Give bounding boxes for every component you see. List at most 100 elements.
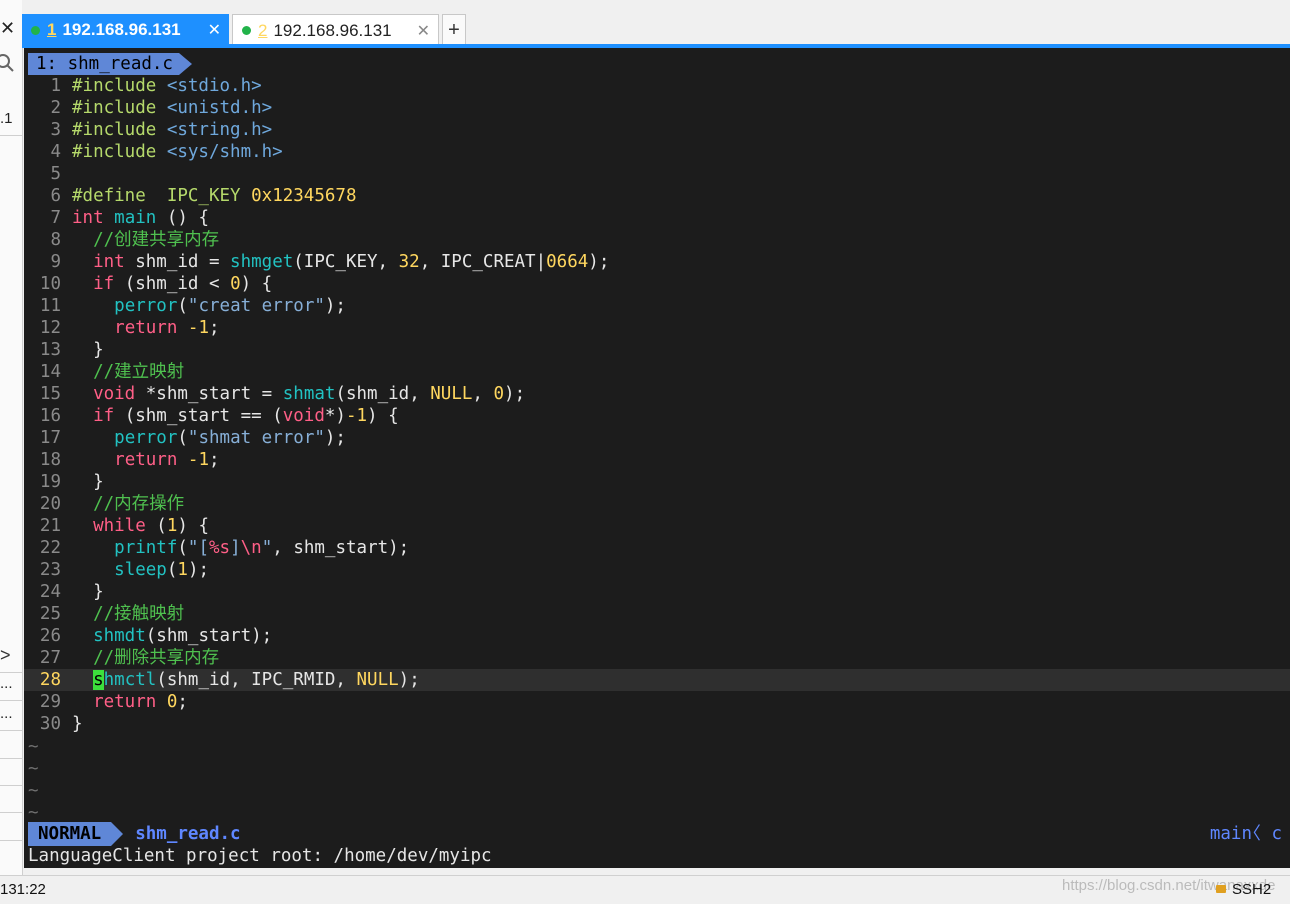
code-token: "creat error"	[187, 296, 325, 316]
code-token: int	[72, 208, 104, 228]
code-line[interactable]: 18 return -1;	[24, 449, 220, 471]
terminal-editor[interactable]: 1: shm_read.c 1 #include <stdio.h> 2 #inclu…	[24, 48, 1290, 868]
code-line[interactable]: 9 int shm_id = shmget(IPC_KEY, 32, IPC_C…	[24, 251, 609, 273]
code-token: #define IPC_KEY	[72, 186, 252, 206]
vim-statusline: NORMAL shm_read.c main 〈 c	[28, 822, 1286, 846]
code-token: ) {	[177, 516, 209, 536]
line-number: 6	[50, 186, 61, 206]
code-line[interactable]: 21 while (1) {	[24, 515, 209, 537]
code-token: , shm_start);	[272, 538, 410, 558]
empty-line-marker: ~	[28, 781, 39, 801]
add-tab-button[interactable]: +	[442, 14, 466, 46]
close-tab-icon[interactable]: ✕	[417, 21, 430, 41]
code-token: 1	[177, 560, 188, 580]
code-token: NULL	[430, 384, 473, 404]
code-token: (	[177, 538, 188, 558]
line-number: 15	[39, 384, 61, 404]
empty-line-marker: ~	[28, 759, 39, 779]
close-tab-icon[interactable]: ✕	[208, 20, 221, 40]
line-number: 16	[39, 406, 61, 426]
code-token: );	[398, 670, 420, 690]
code-token: *shm_start =	[135, 384, 283, 404]
code-token: );	[324, 428, 346, 448]
line-code: #define IPC_KEY 0x12345678	[72, 186, 356, 206]
code-token: hmctl	[103, 670, 157, 690]
code-line[interactable]: 27 //删除共享内存	[24, 647, 219, 669]
code-token: , IPC_CREAT|	[419, 252, 547, 272]
code-line[interactable]: 23 sleep(1);	[24, 559, 209, 581]
code-line[interactable]: 17 perror("shmat error");	[24, 427, 346, 449]
code-token: \n	[240, 538, 262, 558]
code-token: 1	[166, 516, 178, 536]
code-line[interactable]: 10 if (shm_id < 0) {	[24, 273, 272, 295]
code-line[interactable]: 2 #include <unistd.h>	[24, 97, 272, 119]
code-line[interactable]: 4 #include <sys/shm.h>	[24, 141, 282, 163]
code-token: "[	[187, 538, 209, 558]
code-token: -1	[187, 318, 209, 338]
code-line[interactable]: 6 #define IPC_KEY 0x12345678	[24, 185, 356, 207]
code-token: #include	[72, 76, 167, 96]
code-line[interactable]: 11 perror("creat error");	[24, 295, 346, 317]
chevron-right-icon[interactable]: >	[0, 645, 11, 666]
code-line[interactable]: 24 }	[24, 581, 104, 603]
code-token: (shm_id, IPC_RMID,	[156, 670, 357, 690]
code-line[interactable]: 30}	[24, 713, 83, 735]
session-tab-1[interactable]: 1 192.168.96.131 ✕	[22, 14, 229, 46]
left-panel-fragment: ...	[0, 675, 13, 692]
line-number: 23	[39, 560, 61, 580]
code-token: "shmat error"	[187, 428, 325, 448]
line-code: #include <unistd.h>	[72, 98, 272, 118]
code-line[interactable]: 13 }	[24, 339, 104, 361]
line-number: 21	[39, 516, 61, 536]
code-line[interactable]: 5	[24, 163, 72, 185]
code-token: shmdt	[93, 626, 146, 646]
code-line[interactable]: 26 shmdt(shm_start);	[24, 625, 272, 647]
code-line[interactable]: 28 shmctl(shm_id, IPC_RMID, NULL);	[24, 669, 1290, 691]
line-code: if (shm_start == (void*)-1) {	[72, 406, 399, 426]
line-number: 29	[39, 692, 61, 712]
code-token: -1	[187, 450, 209, 470]
line-code: }	[72, 340, 104, 360]
code-line[interactable]: 22 printf("[%s]\n", shm_start);	[24, 537, 409, 559]
code-token: main	[114, 208, 157, 228]
line-code: //接触映射	[72, 604, 184, 624]
code-line[interactable]: 19 }	[24, 471, 104, 493]
code-token: //内存操作	[72, 494, 185, 514]
protocol-label: SSH2	[1232, 881, 1272, 898]
code-token: (shm_start);	[145, 626, 273, 646]
line-code: void *shm_start = shmat(shm_id, NULL, 0)…	[72, 384, 525, 404]
line-number: 22	[39, 538, 61, 558]
code-line[interactable]: 29 return 0;	[24, 691, 188, 713]
code-token: (	[166, 560, 178, 580]
close-icon[interactable]: ✕	[0, 18, 15, 39]
code-line[interactable]: 8 //创建共享内存	[24, 229, 219, 251]
code-line[interactable]: 3 #include <string.h>	[24, 119, 272, 141]
code-line[interactable]: 14 //建立映射	[24, 361, 184, 383]
session-tab-2[interactable]: 2 192.168.96.131 ✕	[232, 14, 439, 46]
code-line[interactable]: 20 //内存操作	[24, 493, 184, 515]
code-line[interactable]: 7 int main () {	[24, 207, 209, 229]
code-line[interactable]: 16 if (shm_start == (void*)-1) {	[24, 405, 399, 427]
vim-mode: NORMAL	[28, 822, 112, 846]
search-icon[interactable]	[0, 52, 16, 74]
code-line[interactable]: 15 void *shm_start = shmat(shm_id, NULL,…	[24, 383, 525, 405]
code-token: (shm_start == (	[114, 406, 283, 426]
line-number: 28	[39, 670, 61, 690]
code-token: return	[93, 692, 157, 712]
status-filetype: 〈 c	[1243, 824, 1282, 844]
line-number: 25	[39, 604, 61, 624]
code-line[interactable]: 12 return -1;	[24, 317, 220, 339]
line-number: 7	[50, 208, 61, 228]
line-code: perror("shmat error");	[72, 428, 346, 448]
code-token: printf	[114, 538, 178, 558]
code-token: shmget	[230, 252, 294, 272]
code-line[interactable]: 1 #include <stdio.h>	[24, 75, 262, 97]
line-number: 20	[39, 494, 61, 514]
code-line[interactable]: 25 //接触映射	[24, 603, 184, 625]
line-code: perror("creat error");	[72, 296, 346, 316]
line-code: #include <stdio.h>	[72, 76, 262, 96]
code-token: () {	[156, 208, 209, 228]
